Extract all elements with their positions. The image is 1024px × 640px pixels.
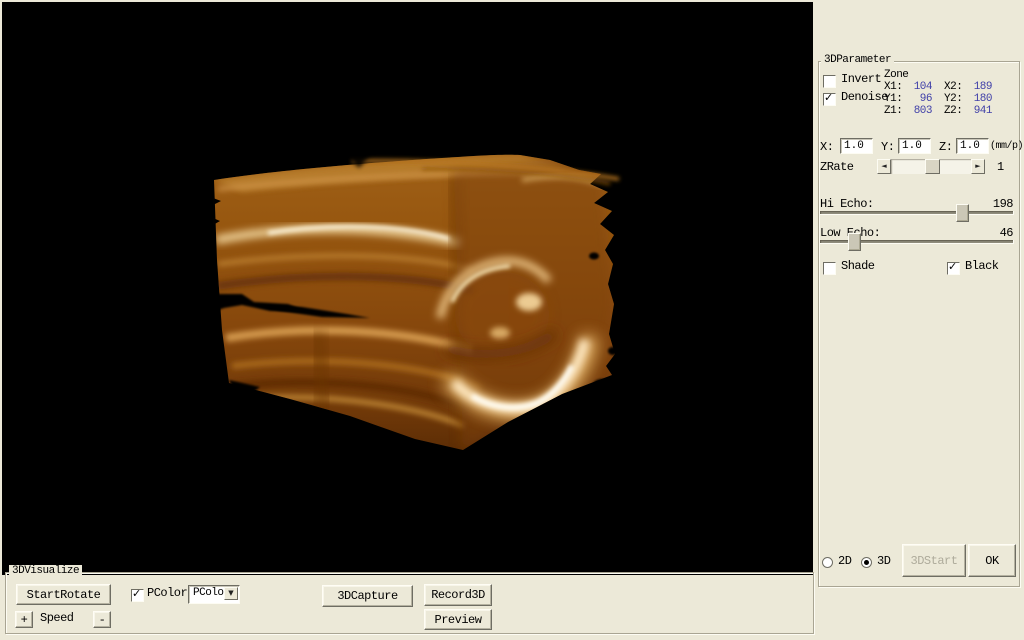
shade-label: Shade <box>841 260 875 273</box>
invert-label: Invert <box>841 73 881 86</box>
zrate-scrollbar: ◄ ► <box>877 159 985 174</box>
start3d-button[interactable]: 3DStart <box>902 544 966 577</box>
mode-2d-label: 2D <box>838 555 851 568</box>
pcolor-dropdown[interactable]: PColor ▼ <box>188 585 240 604</box>
param-group-title: 3DParameter <box>821 54 894 66</box>
hi-echo-value: 198 <box>985 198 1013 211</box>
shade-checkbox[interactable] <box>823 262 836 275</box>
scale-unit-label: (mm/p) <box>990 140 1023 153</box>
zrate-value: 1 <box>997 161 1004 174</box>
mode-3d-label: 3D <box>877 555 890 568</box>
zrate-left-arrow[interactable]: ◄ <box>877 159 891 174</box>
arrow-right-icon: ► <box>975 162 980 170</box>
zone-z1-value: 803 <box>902 105 932 118</box>
visualize-group-title: 3DVisualize <box>9 565 82 577</box>
hi-echo-slider-track[interactable] <box>820 211 1014 215</box>
zrate-right-arrow[interactable]: ► <box>971 159 985 174</box>
pcolor-dropdown-button[interactable]: ▼ <box>224 587 238 600</box>
invert-checkbox[interactable] <box>823 75 836 88</box>
3d-viewport[interactable] <box>2 2 813 575</box>
zone-z2-value: 941 <box>962 105 992 118</box>
preview-button[interactable]: Preview <box>424 609 492 630</box>
record3d-button[interactable]: Record3D <box>424 584 492 606</box>
ok-button[interactable]: OK <box>968 544 1016 577</box>
zrate-track[interactable] <box>891 159 971 174</box>
y-scale-label: Y: <box>881 141 894 154</box>
hi-echo-label: Hi Echo: <box>820 198 874 211</box>
z-scale-label: Z: <box>939 141 952 154</box>
black-label: Black <box>965 260 999 273</box>
speed-minus-button[interactable]: - <box>93 611 111 628</box>
denoise-label: Denoise <box>841 91 888 104</box>
zrate-label: ZRate <box>820 161 854 174</box>
volume-render-3d <box>2 2 813 575</box>
mode-2d-radio[interactable] <box>822 557 833 568</box>
zrate-thumb[interactable] <box>925 159 940 174</box>
zone-z2-label: Z2: <box>944 105 962 118</box>
zone-z1-label: Z1: <box>884 105 902 118</box>
pcolor-checkbox[interactable] <box>131 589 144 602</box>
speed-label: Speed <box>40 612 74 625</box>
pcolor-checkbox-label: PColor <box>147 587 187 600</box>
mode-3d-radio[interactable] <box>861 557 872 568</box>
low-echo-value: 46 <box>985 227 1013 240</box>
denoise-checkbox[interactable] <box>823 93 836 106</box>
capture3d-button[interactable]: 3DCapture <box>322 585 413 607</box>
arrow-left-icon: ◄ <box>881 162 886 170</box>
speed-plus-button[interactable]: + <box>15 611 33 628</box>
chevron-down-icon: ▼ <box>228 589 233 597</box>
y-scale-input[interactable] <box>898 138 931 154</box>
low-echo-slider-thumb[interactable] <box>848 233 861 251</box>
hi-echo-slider-thumb[interactable] <box>956 204 969 222</box>
x-scale-input[interactable] <box>840 138 873 154</box>
start-rotate-button[interactable]: StartRotate <box>16 584 111 605</box>
black-checkbox[interactable] <box>947 262 960 275</box>
ultrasound-3d-app: 3DParameter Invert Denoise Zone X1: 104 … <box>0 0 1024 640</box>
z-scale-input[interactable] <box>956 138 989 154</box>
x-scale-label: X: <box>820 141 833 154</box>
